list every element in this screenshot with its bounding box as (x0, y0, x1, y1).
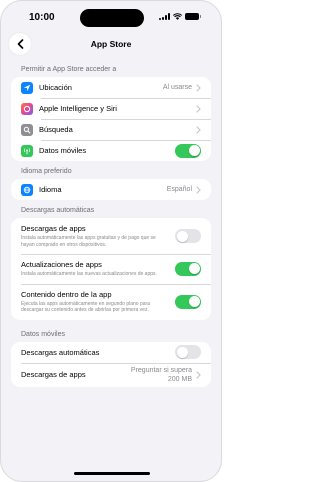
auto-downloads-group: Descargas de apps Instala automáticament… (11, 218, 211, 320)
row-app-updates: Actualizaciones de apps Instala automáti… (11, 254, 211, 284)
section-header-mobile-data: Datos móviles (21, 330, 65, 338)
row-app-downloads-mobile[interactable]: Descargas de apps Preguntar si supera 20… (11, 362, 211, 387)
row-text: Descargas de apps Instala automáticament… (21, 224, 175, 248)
row-description: Ejecuta las apps automáticamente en segu… (21, 300, 150, 314)
row-location[interactable]: Ubicación Al usarse (11, 77, 211, 98)
section-header-auto-downloads: Descargas automáticas (21, 207, 95, 214)
app-downloads-toggle[interactable] (175, 229, 201, 243)
row-text: Actualizaciones de apps Instala automáti… (21, 260, 175, 278)
row-label: Descargas de apps (21, 370, 86, 379)
row-search[interactable]: Búsqueda (11, 119, 211, 140)
mobile-data-toggle[interactable] (175, 143, 201, 158)
section-header-language: Idioma preferido (21, 168, 72, 175)
toggle-knob (176, 230, 188, 242)
chevron-right-icon (196, 83, 201, 92)
toggle-knob (188, 263, 200, 275)
chevron-right-icon (196, 104, 201, 113)
in-app-content-toggle[interactable] (175, 294, 201, 309)
mobile-data-group: Descargas automáticas Descargas de apps … (11, 341, 211, 387)
row-automatic-downloads: Descargas automáticas (11, 342, 211, 363)
app-updates-toggle[interactable] (175, 261, 201, 276)
navigation-bar: App Store (1, 33, 221, 57)
row-text: Contenido dentro de la app Ejecuta las a… (21, 290, 175, 314)
battery-icon (185, 13, 201, 20)
row-value: Al usarse (162, 84, 192, 91)
row-value: Español (166, 186, 192, 193)
row-in-app-content: Contenido dentro de la app Ejecuta las a… (11, 283, 211, 320)
row-app-downloads: Descargas de apps Instala automáticament… (11, 218, 211, 254)
search-icon (21, 123, 33, 136)
siri-icon (21, 102, 33, 115)
home-indicator[interactable] (74, 472, 150, 475)
wifi-icon (173, 13, 182, 20)
toggle-knob (188, 145, 200, 156)
page-title: App Store (90, 39, 132, 49)
antenna-icon (21, 144, 33, 157)
globe-icon (21, 183, 33, 196)
chevron-right-icon (196, 125, 201, 134)
status-icons (159, 13, 201, 20)
row-language[interactable]: Idioma Español (11, 179, 211, 200)
row-label: Datos móviles (39, 146, 87, 155)
row-label: Descargas de apps (21, 224, 86, 233)
dynamic-island (80, 9, 144, 27)
language-group: Idioma Español (11, 179, 211, 200)
row-label: Descargas automáticas (21, 347, 100, 357)
phone-screen: 10:00 App Store Permitir a App Store acc… (0, 0, 222, 482)
access-group: Ubicación Al usarse Apple Intelligence y… (11, 77, 211, 161)
row-apple-intelligence-siri[interactable]: Apple Intelligence y Siri (11, 98, 211, 119)
location-arrow-icon (21, 81, 33, 94)
row-label: Búsqueda (39, 125, 73, 134)
settings-content: Permitir a App Store acceder a Ubicación… (1, 59, 221, 387)
row-mobile-data: Datos móviles (11, 140, 211, 161)
toggle-knob (176, 346, 188, 358)
row-description: Instala automáticamente las nuevas actua… (21, 271, 157, 277)
row-label: Actualizaciones de apps (21, 260, 102, 269)
row-label: Idioma (39, 185, 62, 194)
section-header-access: Permitir a App Store acceder a (21, 66, 117, 73)
cellular-signal-icon (159, 13, 170, 20)
chevron-right-icon (196, 370, 201, 379)
row-description: Instala automáticamente las apps gratuit… (21, 235, 156, 248)
automatic-downloads-toggle[interactable] (175, 345, 201, 359)
row-label: Contenido dentro de la app (21, 289, 112, 299)
status-bar: 10:00 (1, 1, 221, 29)
row-label: Ubicación (39, 83, 72, 92)
row-value: Preguntar si supera 200 MB (130, 366, 192, 383)
chevron-right-icon (196, 185, 201, 194)
status-time: 10:00 (29, 12, 55, 23)
toggle-knob (188, 296, 200, 307)
row-label: Apple Intelligence y Siri (39, 104, 117, 113)
